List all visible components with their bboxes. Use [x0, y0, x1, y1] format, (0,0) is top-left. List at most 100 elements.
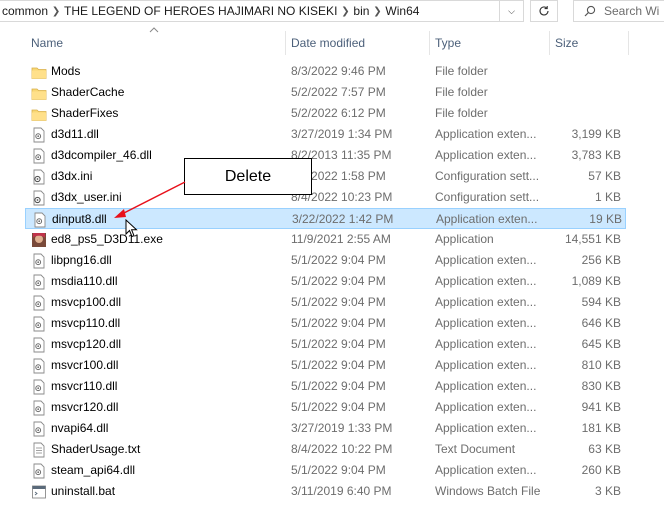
file-date-modified: 3/27/2019 1:33 PM [291, 421, 393, 435]
file-name: ShaderCache [51, 85, 125, 99]
file-date-modified: 3/11/2019 6:40 PM [291, 484, 392, 498]
address-history-button[interactable]: ⌵ [500, 0, 524, 22]
column-header-date[interactable]: Date modified [291, 31, 425, 55]
annotation-callout: Delete [184, 158, 312, 195]
file-date-modified: 5/1/2022 9:04 PM [291, 463, 386, 477]
file-name: nvapi64.dll [51, 421, 109, 435]
file-date-modified: 8/3/2022 9:46 PM [291, 64, 386, 78]
breadcrumb-separator-icon[interactable]: ❯ [337, 6, 353, 17]
breadcrumb-separator-icon[interactable]: ❯ [369, 6, 385, 17]
file-size: 57 KB [588, 169, 621, 183]
file-size: 645 KB [581, 337, 621, 351]
file-type: File folder [435, 85, 488, 99]
file-type: Application exten... [435, 337, 537, 351]
file-size [551, 82, 621, 103]
text-file-icon [33, 442, 45, 458]
file-size: 256 KB [581, 253, 621, 267]
breadcrumb-bin[interactable]: bin [353, 4, 369, 18]
dll-file-icon [34, 212, 46, 228]
config-file-icon [33, 190, 45, 206]
file-date-modified: 8/4/2022 10:22 PM [291, 442, 393, 456]
file-type: Configuration sett... [435, 190, 540, 204]
file-date-modified: 5/1/2022 9:04 PM [291, 400, 386, 414]
file-type: File folder [435, 106, 488, 120]
file-type: Application exten... [435, 379, 537, 393]
file-row[interactable]: d3dcompiler_46.dll 8/2/2013 11:35 PM Appli… [25, 145, 626, 166]
file-size: 3 KB [594, 484, 621, 498]
app-exe-icon [32, 233, 46, 247]
file-size: 181 KB [581, 421, 621, 435]
column-header-name[interactable]: Name [31, 31, 281, 55]
file-name: d3d11.dll [51, 127, 99, 141]
file-row[interactable]: steam_api64.dll 5/1/2022 9:04 PM Applicati… [25, 460, 626, 481]
file-row[interactable]: d3dx_user.ini 8/4/2022 10:23 PM Configurat… [25, 187, 626, 208]
file-row[interactable]: ShaderCache 5/2/2022 7:57 PM File folder [25, 82, 626, 103]
file-row-selected[interactable]: dinput8.dll 3/22/2022 1:42 PM Application … [25, 208, 626, 229]
file-type: Application exten... [435, 400, 537, 414]
file-size [551, 61, 621, 82]
file-date-modified: 5/1/2022 9:04 PM [291, 253, 386, 267]
file-name: uninstall.bat [51, 484, 116, 498]
column-divider[interactable] [429, 31, 430, 55]
file-row[interactable]: d3d11.dll 3/27/2019 1:34 PM Application ex… [25, 124, 626, 145]
file-row[interactable]: ed8_ps5_D3D11.exe 11/9/2021 2:55 AM Applic… [25, 229, 626, 250]
file-row[interactable]: msvcp100.dll 5/1/2022 9:04 PM Application … [25, 292, 626, 313]
file-size: 14,551 KB [564, 232, 621, 246]
file-size: 941 KB [581, 400, 621, 414]
breadcrumb-separator-icon[interactable]: ❯ [48, 6, 64, 17]
file-size: 1,089 KB [571, 274, 621, 288]
address-bar[interactable]: common ❯ THE LEGEND OF HEROES HAJIMARI N… [0, 0, 500, 22]
dll-file-icon [33, 337, 45, 353]
file-row[interactable]: nvapi64.dll 3/27/2019 1:33 PM Application … [25, 418, 626, 439]
file-name: ShaderFixes [51, 106, 119, 120]
refresh-button[interactable] [530, 0, 558, 22]
file-date-modified: 5/1/2022 9:04 PM [291, 274, 386, 288]
file-type: Application exten... [435, 253, 537, 267]
file-size: 260 KB [581, 463, 621, 477]
column-divider[interactable] [285, 31, 286, 55]
file-row[interactable]: ShaderFixes 5/2/2022 6:12 PM File folder [25, 103, 626, 124]
file-name: Mods [51, 64, 81, 78]
file-date-modified: 11/9/2021 2:55 AM [291, 232, 391, 246]
file-name: msvcp120.dll [51, 337, 122, 351]
file-row[interactable]: msvcr120.dll 5/1/2022 9:04 PM Application … [25, 397, 626, 418]
breadcrumb-game-folder[interactable]: THE LEGEND OF HEROES HAJIMARI NO KISEKI [64, 4, 337, 18]
column-divider[interactable] [628, 31, 629, 55]
search-input[interactable]: Search Wi [573, 0, 664, 22]
file-name: msvcp100.dll [51, 295, 122, 309]
file-row[interactable]: msdia110.dll 5/1/2022 9:04 PM Application … [25, 271, 626, 292]
file-row[interactable]: msvcp120.dll 5/1/2022 9:04 PM Application … [25, 334, 626, 355]
file-date-modified: 8/2/2013 11:35 PM [291, 148, 392, 162]
chevron-down-icon: ⌵ [508, 5, 515, 16]
dll-file-icon [33, 463, 45, 479]
breadcrumb-common[interactable]: common [2, 4, 48, 18]
file-date-modified: 5/2/2022 7:57 PM [291, 85, 386, 99]
column-header-type[interactable]: Type [435, 31, 547, 55]
file-date-modified: 5/2/2022 6:12 PM [291, 106, 386, 120]
file-row[interactable]: d3dx.ini 8/4/2022 1:58 PM Configuration se… [25, 166, 626, 187]
dll-file-icon [33, 295, 45, 311]
file-row[interactable]: ShaderUsage.txt 8/4/2022 10:22 PM Text Doc… [25, 439, 626, 460]
file-row[interactable]: uninstall.bat 3/11/2019 6:40 PM Windows Ba… [25, 481, 626, 502]
file-type: Configuration sett... [435, 169, 540, 183]
address-toolbar: common ❯ THE LEGEND OF HEROES HAJIMARI N… [0, 0, 664, 24]
file-type: Text Document [435, 442, 516, 456]
file-row[interactable]: Mods 8/3/2022 9:46 PM File folder [25, 61, 626, 82]
file-row[interactable]: libpng16.dll 5/1/2022 9:04 PM Application … [25, 250, 626, 271]
file-row[interactable]: msvcr100.dll 5/1/2022 9:04 PM Application … [25, 355, 626, 376]
file-size: 3,199 KB [571, 127, 621, 141]
file-size: 63 KB [588, 442, 621, 456]
file-row[interactable]: msvcp110.dll 5/1/2022 9:04 PM Application … [25, 313, 626, 334]
file-name: libpng16.dll [51, 253, 112, 267]
file-type: Application exten... [435, 463, 537, 477]
column-header-size[interactable]: Size [555, 31, 625, 55]
dll-file-icon [33, 421, 45, 437]
breadcrumb-win64[interactable]: Win64 [385, 4, 419, 18]
file-row[interactable]: msvcr110.dll 5/1/2022 9:04 PM Application … [25, 376, 626, 397]
file-type: Application exten... [435, 358, 537, 372]
file-name: ed8_ps5_D3D11.exe [51, 232, 163, 246]
folder-icon [31, 88, 47, 100]
column-divider[interactable] [549, 31, 550, 55]
file-type: Application exten... [435, 274, 537, 288]
batch-file-icon [32, 485, 46, 499]
